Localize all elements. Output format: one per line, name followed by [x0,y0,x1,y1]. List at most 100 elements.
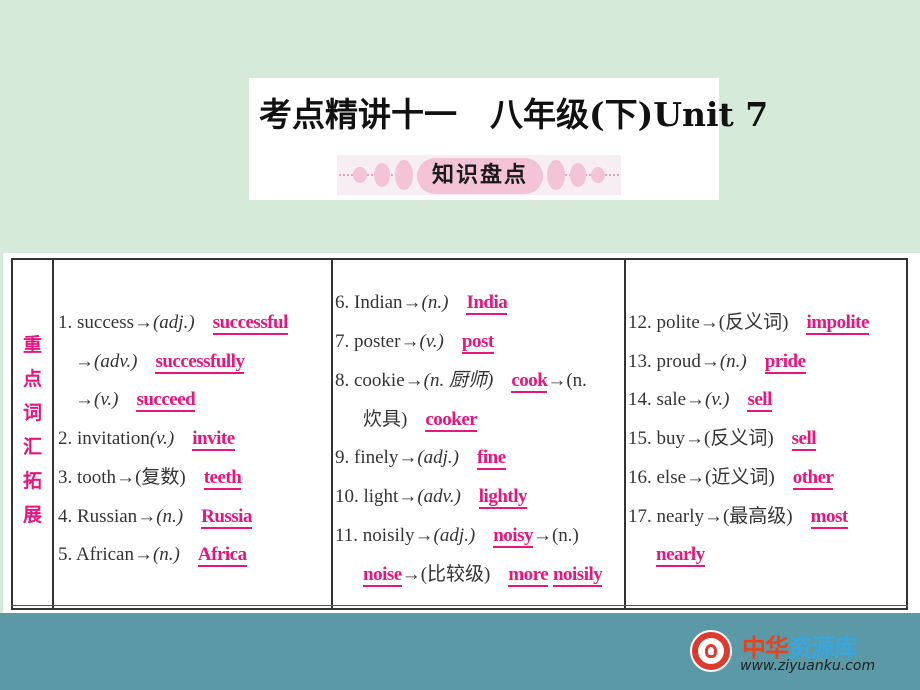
item-hint: (adv.) [94,351,138,372]
answer-text: fine [477,447,506,470]
item-word: poster [354,331,401,352]
arrow-icon: → [75,389,94,410]
column-2: 6. Indian→(n.) India 7. poster→(v.) post 8. … [333,260,626,608]
page-title: 考点精讲十一 八年级(下)Unit 7 [259,95,769,134]
banner-label: 知识盘点 [417,158,543,194]
banner-ellipse [591,167,605,183]
item-number: 3. [58,467,73,488]
answer-text: sell [747,389,772,412]
table-bottom-rule [11,605,908,606]
item-word: cookie [354,370,405,391]
banner-ellipse [374,163,390,187]
list-item: 11. noisily→(adj.) noisy→(n.) [335,524,579,548]
section-banner: 知识盘点 [337,155,621,195]
item-hint: (近义词) [705,467,775,488]
item-word: invitation [77,428,150,449]
answer-text: noisy [493,525,533,548]
item-hint: (复数) [135,467,186,488]
item-number: 11. [335,525,359,546]
item-hint: (adj.) [433,525,476,546]
row-label-char: 展 [22,504,42,526]
list-item: 炊具) cooker [363,408,478,432]
answer-text: successfully [155,351,245,374]
list-item: 7. poster→(v.) post [335,330,494,354]
item-hint: (n.) [152,544,180,565]
item-number: 6. [335,292,350,313]
arrow-icon: → [700,351,720,372]
site-logo: 中华资源库 www.ziyuanku.com [690,628,900,678]
item-number: 12. [628,312,652,333]
list-item: nearly [656,543,705,567]
answer-text: more [508,564,549,587]
row-label-char: 汇 [22,436,42,458]
row-label-char: 重 [22,334,42,356]
logo-emblem-icon [690,630,732,672]
item-word: Indian [354,292,403,313]
item-number: 8. [335,370,350,391]
arrow-icon: → [133,544,153,565]
item-number: 9. [335,447,350,468]
item-word: finely [354,447,399,468]
answer-text: succeed [136,389,196,412]
arrow-icon: → [116,467,136,488]
arrow-icon: → [685,428,704,449]
banner-ellipse [395,160,413,190]
arrow-icon: → [699,312,719,333]
answer-text: noise [363,564,402,587]
item-hint: (n.) [421,292,449,313]
item-number: 13. [628,351,652,372]
item-number: 16. [628,467,652,488]
item-word: proud [656,351,701,372]
item-hint: (adj.) [417,447,460,468]
arrow-icon: → [75,351,94,372]
item-number: 5. [58,544,73,565]
list-item: 6. Indian→(n.) India [335,291,508,315]
list-item: 9. finely→(adj.) fine [335,446,506,470]
answer-text: teeth [203,467,242,490]
arrow-icon: → [414,525,434,546]
list-item: 15. buy→(反义词) sell [628,427,817,451]
arrow-icon: → [703,506,723,527]
row-label-cell: 重 点 词 汇 拓 展 [13,260,54,608]
row-label: 重 点 词 汇 拓 展 [13,328,52,532]
item-hint: (adj.) [152,312,195,333]
list-item: 1. success→(adj.) successful [58,311,288,335]
item-number: 1. [58,312,73,333]
item-hint: (v.) [419,331,444,352]
arrow-icon: → [686,389,706,410]
answer-text: sell [791,428,817,451]
item-hint: (v.) [149,428,175,449]
logo-url: www.ziyuanku.com [740,658,876,674]
answer-text: other [792,467,834,490]
banner-ellipse [547,160,565,190]
answer-text: cook [511,370,548,393]
list-item: 4. Russian→(n.) Russia [58,505,252,529]
list-item: 2. invitation(v.) invite [58,427,235,451]
item-number: 14. [628,389,652,410]
item-number: 7. [335,331,350,352]
answer-text: cooker [425,409,478,432]
item-hint: (v.) [705,389,730,410]
item-number: 2. [58,428,73,449]
row-label-char: 拓 [22,470,42,492]
answer-text: nearly [656,544,705,567]
item-word: buy [656,428,686,449]
item-hint: (n.) [719,351,747,372]
column-3: 12. polite→(反义词) impolite 13. proud→(n.) pr… [626,260,906,608]
answer-text: pride [764,351,806,374]
list-item: 17. nearly→(最高级) most [628,505,848,529]
header-box: 考点精讲十一 八年级(下)Unit 7 知识盘点 [249,78,769,200]
item-hint: (反义词) [718,312,789,333]
list-item: →(v.) succeed [75,388,196,412]
list-item: 14. sale→(v.) sell [628,388,772,412]
answer-text: invite [192,428,235,451]
item-word: sale [656,389,687,410]
answer-text: India [466,292,508,315]
answer-text: impolite [806,312,869,335]
item-number: 15. [628,428,652,449]
row-label-char: 点 [22,368,42,390]
answer-text: noisily [552,564,603,587]
item-word: African [75,544,134,565]
answer-text: post [461,331,494,354]
item-number: 17. [628,506,652,527]
